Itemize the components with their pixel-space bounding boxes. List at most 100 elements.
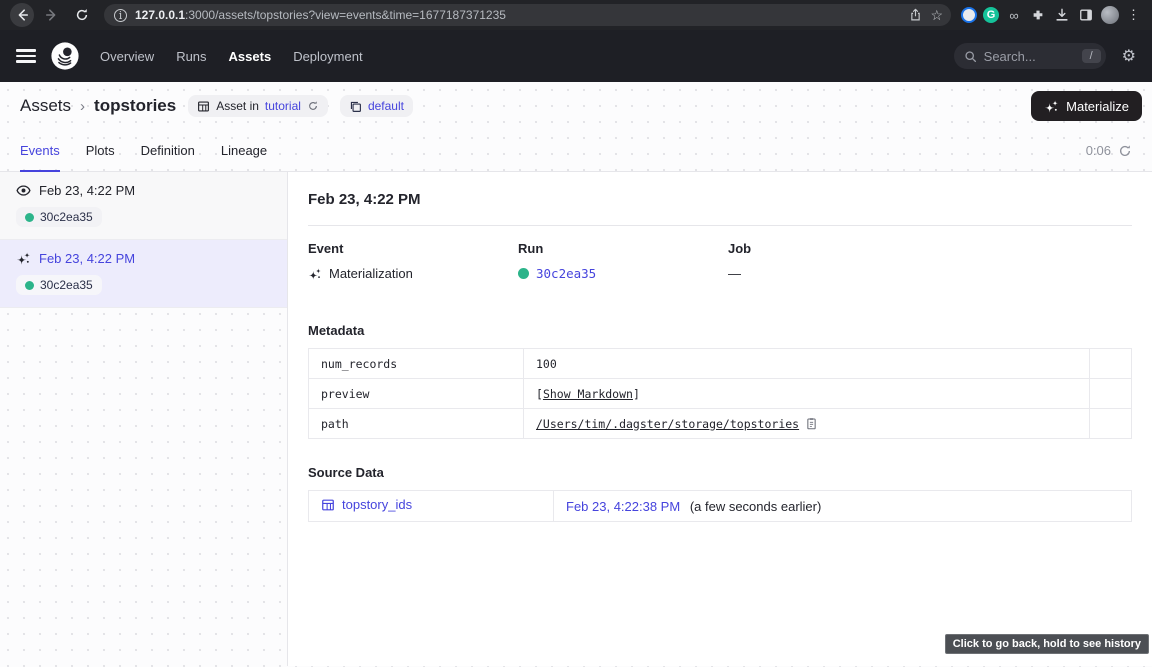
run-column: Run 30c2ea35 — [518, 241, 728, 281]
breadcrumb-separator: › — [80, 98, 85, 115]
breadcrumb-assets-link[interactable]: Assets — [20, 96, 71, 116]
table-row: topstory_ids Feb 23, 4:22:38 PM (a few s… — [309, 491, 1132, 522]
browser-reload-button[interactable] — [70, 3, 94, 27]
metadata-key: preview — [309, 379, 524, 409]
timer-value: 0:06 — [1086, 143, 1111, 158]
search-shortcut-key: / — [1082, 49, 1101, 63]
reload-small-icon[interactable] — [307, 100, 319, 112]
global-search-input[interactable]: Search... / — [954, 43, 1106, 69]
nav-overview[interactable]: Overview — [100, 49, 154, 64]
nav-assets[interactable]: Assets — [229, 49, 272, 64]
events-body: Feb 23, 4:22 PM 30c2ea35 Feb 2 — [0, 172, 1152, 666]
materialize-sparkle-icon — [1044, 99, 1059, 114]
run-status-dot — [25, 213, 34, 222]
table-icon — [321, 498, 335, 512]
grammarly-extension-icon[interactable]: G — [983, 7, 999, 23]
asset-group-badge[interactable]: Asset in tutorial — [188, 95, 328, 117]
search-placeholder: Search... — [984, 49, 1075, 64]
gear-icon[interactable]: ⚙ — [1122, 46, 1136, 66]
event-column-label: Event — [308, 241, 518, 256]
event-type-value: Materialization — [329, 266, 413, 281]
metadata-value: [Show Markdown] — [524, 379, 1090, 409]
url-text[interactable]: 127.0.0.1:3000/assets/topstories?view=ev… — [135, 8, 901, 22]
job-column-label: Job — [728, 241, 938, 256]
tab-events[interactable]: Events — [20, 130, 60, 172]
nav-deployment[interactable]: Deployment — [293, 49, 362, 64]
metadata-table: num_records 100 preview [Show Markdown] … — [308, 348, 1132, 439]
source-data-table: topstory_ids Feb 23, 4:22:38 PM (a few s… — [308, 490, 1132, 522]
arrow-left-icon — [15, 8, 29, 22]
table-row: num_records 100 — [309, 349, 1132, 379]
metadata-extra-cell — [1090, 379, 1132, 409]
materialize-button[interactable]: Materialize — [1031, 91, 1142, 121]
job-value: — — [728, 266, 741, 281]
source-relative-note: (a few seconds earlier) — [690, 499, 822, 514]
browser-back-button[interactable] — [10, 3, 34, 27]
source-data-section: Source Data topstory_ids Feb 23, 4:22:38… — [308, 465, 1132, 522]
downloads-icon[interactable] — [1053, 6, 1071, 24]
source-time-cell: Feb 23, 4:22:38 PM (a few seconds earlie… — [554, 491, 1132, 522]
path-link[interactable]: /Users/tim/.dagster/storage/topstories — [536, 417, 799, 431]
goggles-extension-icon[interactable]: ∞ — [1005, 6, 1023, 24]
event-summary-columns: Event Materialization Run — [308, 226, 1132, 281]
event-list-item-materialization[interactable]: Feb 23, 4:22 PM 30c2ea35 — [0, 240, 287, 308]
metadata-extra-cell — [1090, 349, 1132, 379]
badge-tutorial-link[interactable]: tutorial — [265, 99, 301, 113]
event-timestamp: Feb 23, 4:22 PM — [39, 183, 135, 198]
metadata-section: Metadata num_records 100 preview [Show M… — [308, 323, 1132, 439]
auto-refresh-timer[interactable]: 0:06 — [1086, 130, 1132, 171]
tab-plots[interactable]: Plots — [86, 130, 115, 172]
bracket: ] — [633, 387, 640, 401]
screen: i 127.0.0.1:3000/assets/topstories?view=… — [0, 0, 1152, 667]
browser-forward-button[interactable] — [40, 3, 64, 27]
run-tag[interactable]: 30c2ea35 — [16, 207, 102, 227]
repository-badge[interactable]: default — [340, 95, 413, 117]
table-row: preview [Show Markdown] — [309, 379, 1132, 409]
tab-definition[interactable]: Definition — [141, 130, 195, 172]
dagster-logo[interactable] — [50, 41, 80, 71]
browser-chrome: i 127.0.0.1:3000/assets/topstories?view=… — [0, 0, 1152, 30]
side-panel-icon[interactable] — [1077, 6, 1095, 24]
event-detail-title: Feb 23, 4:22 PM — [308, 172, 1132, 226]
table-row: path /Users/tim/.dagster/storage/topstor… — [309, 409, 1132, 439]
upstream-asset-link[interactable]: topstory_ids — [321, 497, 412, 512]
show-markdown-link[interactable]: Show Markdown — [543, 387, 633, 401]
share-icon[interactable] — [909, 8, 922, 22]
run-status-dot — [518, 268, 529, 279]
hamburger-menu-icon[interactable] — [16, 49, 36, 62]
site-info-icon[interactable]: i — [114, 9, 127, 22]
table-icon — [197, 100, 210, 113]
search-icon — [964, 50, 977, 63]
upstream-asset-name: topstory_ids — [342, 497, 412, 512]
badge-default-label: default — [368, 99, 404, 113]
bookmark-star-icon[interactable]: ☆ — [930, 7, 943, 24]
address-bar[interactable]: i 127.0.0.1:3000/assets/topstories?view=… — [104, 4, 951, 26]
extension-icon-1[interactable] — [961, 7, 977, 23]
run-status-dot — [25, 281, 34, 290]
asset-tabs: Events Plots Definition Lineage 0:06 — [0, 130, 1152, 172]
run-id: 30c2ea35 — [40, 278, 93, 292]
browser-back-tooltip: Click to go back, hold to see history — [945, 634, 1149, 654]
bracket: [ — [536, 387, 543, 401]
run-id: 30c2ea35 — [40, 210, 93, 224]
tab-lineage[interactable]: Lineage — [221, 130, 267, 172]
event-detail-panel: Feb 23, 4:22 PM Event Materialization — [288, 172, 1152, 666]
source-timestamp-link[interactable]: Feb 23, 4:22:38 PM — [566, 499, 680, 514]
event-timestamp: Feb 23, 4:22 PM — [39, 251, 135, 266]
nav-runs[interactable]: Runs — [176, 49, 206, 64]
run-column-label: Run — [518, 241, 728, 256]
source-data-heading: Source Data — [308, 465, 1132, 480]
badge-tutorial-prefix: Asset in — [216, 99, 259, 113]
page-content: Assets › topstories Asset in tutorial de… — [0, 82, 1152, 667]
browser-profile-avatar[interactable] — [1101, 6, 1119, 24]
asset-header: Assets › topstories Asset in tutorial de… — [0, 82, 1152, 130]
copies-icon — [349, 100, 362, 113]
refresh-icon[interactable] — [1118, 144, 1132, 158]
copy-clipboard-icon[interactable] — [805, 417, 818, 430]
run-tag[interactable]: 30c2ea35 — [16, 275, 102, 295]
extensions-puzzle-icon[interactable] — [1029, 6, 1047, 24]
browser-menu-icon[interactable]: ⋮ — [1125, 7, 1142, 23]
eye-observation-icon — [16, 183, 31, 198]
event-list-item-observation[interactable]: Feb 23, 4:22 PM 30c2ea35 — [0, 172, 287, 240]
run-id-link[interactable]: 30c2ea35 — [536, 266, 596, 281]
